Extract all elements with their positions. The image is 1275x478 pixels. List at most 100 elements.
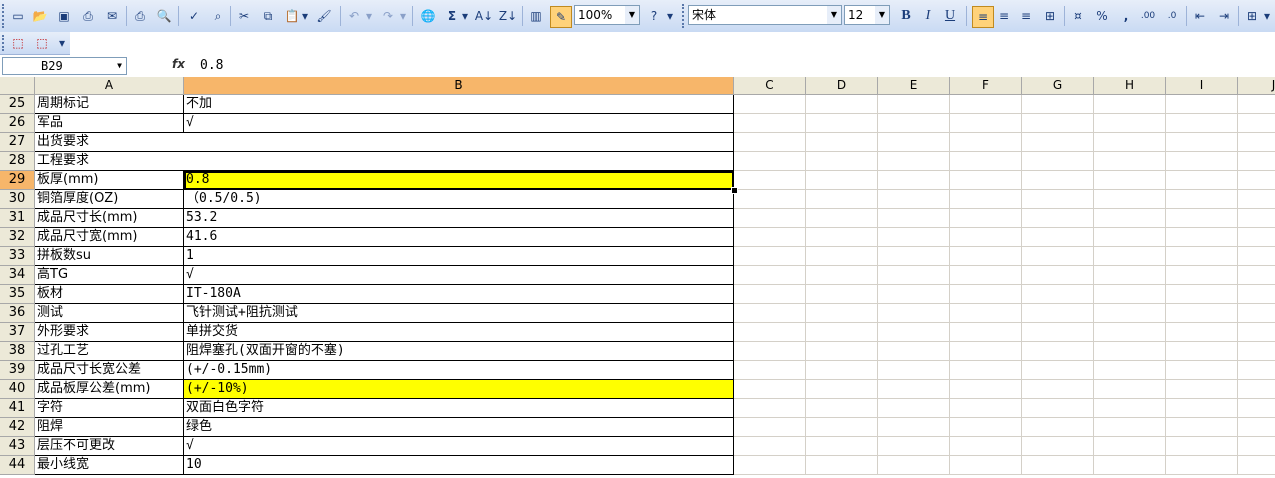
cell-h28[interactable] <box>1094 152 1166 171</box>
cell-c35[interactable] <box>734 285 806 304</box>
cell-h27[interactable] <box>1094 133 1166 152</box>
cell-h26[interactable] <box>1094 114 1166 133</box>
cell-b35[interactable]: IT-180A <box>184 285 734 304</box>
cell-a43[interactable]: 层压不可更改 <box>35 437 184 456</box>
cell-f26[interactable] <box>950 114 1022 133</box>
cell-i36[interactable] <box>1166 304 1238 323</box>
cell-c40[interactable] <box>734 380 806 399</box>
cell-a40[interactable]: 成品板厚公差(mm) <box>35 380 184 399</box>
cell-e29[interactable] <box>878 171 950 190</box>
cell-b38[interactable]: 阻焊塞孔(双面开窗的不塞) <box>184 342 734 361</box>
cell-g38[interactable] <box>1022 342 1094 361</box>
chevron-down-icon[interactable]: ▼ <box>875 6 889 24</box>
cell-e31[interactable] <box>878 209 950 228</box>
column-header-h[interactable]: H <box>1094 77 1166 95</box>
cell-h43[interactable] <box>1094 437 1166 456</box>
undo-dropdown-icon[interactable]: ▾ <box>364 6 374 26</box>
cell-g42[interactable] <box>1022 418 1094 437</box>
cell-a38[interactable]: 过孔工艺 <box>35 342 184 361</box>
cell-f29[interactable] <box>950 171 1022 190</box>
cell-a32[interactable]: 成品尺寸宽(mm) <box>35 228 184 247</box>
cell-j30[interactable] <box>1238 190 1275 209</box>
font-name-select[interactable]: 宋体 ▼ <box>688 5 842 25</box>
cell-e34[interactable] <box>878 266 950 285</box>
cell-g40[interactable] <box>1022 380 1094 399</box>
cell-g44[interactable] <box>1022 456 1094 475</box>
cell-c26[interactable] <box>734 114 806 133</box>
cell-j34[interactable] <box>1238 266 1275 285</box>
cell-e36[interactable] <box>878 304 950 323</box>
redo-icon[interactable]: ↷ <box>378 6 398 26</box>
cell-g37[interactable] <box>1022 323 1094 342</box>
cell-e41[interactable] <box>878 399 950 418</box>
cell-d29[interactable] <box>806 171 878 190</box>
cell-d26[interactable] <box>806 114 878 133</box>
format-painter-icon[interactable]: 🖌 <box>314 6 334 26</box>
cut-icon[interactable]: ✂ <box>234 6 254 26</box>
cell-f36[interactable] <box>950 304 1022 323</box>
undo-icon[interactable]: ↶ <box>344 6 364 26</box>
cell-f30[interactable] <box>950 190 1022 209</box>
cell-e27[interactable] <box>878 133 950 152</box>
help-icon[interactable]: ? <box>644 6 664 26</box>
cell-c30[interactable] <box>734 190 806 209</box>
row-header[interactable]: 32 <box>0 228 35 247</box>
column-header-a[interactable]: A <box>35 77 184 95</box>
cell-d28[interactable] <box>806 152 878 171</box>
sort-descending-icon[interactable]: Z↓ <box>498 6 518 26</box>
cell-f44[interactable] <box>950 456 1022 475</box>
cell-f31[interactable] <box>950 209 1022 228</box>
sort-ascending-icon[interactable]: A↓ <box>474 6 494 26</box>
cell-f33[interactable] <box>950 247 1022 266</box>
email-icon[interactable]: ✉ <box>102 6 122 26</box>
cell-j37[interactable] <box>1238 323 1275 342</box>
cell-b33[interactable]: 1 <box>184 247 734 266</box>
cell-e37[interactable] <box>878 323 950 342</box>
cell-a35[interactable]: 板材 <box>35 285 184 304</box>
cell-f39[interactable] <box>950 361 1022 380</box>
cell-d35[interactable] <box>806 285 878 304</box>
formula-input[interactable]: 0.8 <box>200 58 223 73</box>
cell-a33[interactable]: 拼板数su <box>35 247 184 266</box>
merge-center-icon[interactable]: ⊞ <box>1040 6 1060 26</box>
cell-d32[interactable] <box>806 228 878 247</box>
row-header[interactable]: 40 <box>0 380 35 399</box>
cell-d38[interactable] <box>806 342 878 361</box>
cell-d27[interactable] <box>806 133 878 152</box>
cell-h41[interactable] <box>1094 399 1166 418</box>
fill-handle[interactable] <box>731 187 738 194</box>
cell-a26[interactable]: 军品 <box>35 114 184 133</box>
print-icon[interactable]: ⎙ <box>130 6 150 26</box>
cell-b39[interactable]: (+/-0.15mm) <box>184 361 734 380</box>
cell-c25[interactable] <box>734 95 806 114</box>
bold-button[interactable]: B <box>896 6 916 26</box>
cell-b29[interactable]: 0.8 <box>184 171 734 190</box>
cell-c37[interactable] <box>734 323 806 342</box>
cell-i34[interactable] <box>1166 266 1238 285</box>
cell-i29[interactable] <box>1166 171 1238 190</box>
cell-b26[interactable]: √ <box>184 114 734 133</box>
cell-b43[interactable]: √ <box>184 437 734 456</box>
cell-g26[interactable] <box>1022 114 1094 133</box>
cell-i31[interactable] <box>1166 209 1238 228</box>
permission-icon[interactable]: ⎙ <box>78 6 98 26</box>
cell-g35[interactable] <box>1022 285 1094 304</box>
cell-h33[interactable] <box>1094 247 1166 266</box>
cell-j28[interactable] <box>1238 152 1275 171</box>
toolbar-grip[interactable] <box>2 4 7 28</box>
column-header-d[interactable]: D <box>806 77 878 95</box>
column-header-i[interactable]: I <box>1166 77 1238 95</box>
open-icon[interactable]: 📂 <box>30 6 50 26</box>
print-preview-icon[interactable]: 🔍 <box>154 6 174 26</box>
comma-button[interactable]: , <box>1116 6 1136 26</box>
cell-j31[interactable] <box>1238 209 1275 228</box>
cell-i35[interactable] <box>1166 285 1238 304</box>
cell-j27[interactable] <box>1238 133 1275 152</box>
cell-j25[interactable] <box>1238 95 1275 114</box>
cell-a36[interactable]: 测试 <box>35 304 184 323</box>
chevron-down-icon[interactable]: ▼ <box>625 6 639 24</box>
cell-c33[interactable] <box>734 247 806 266</box>
cell-f37[interactable] <box>950 323 1022 342</box>
cell-h31[interactable] <box>1094 209 1166 228</box>
cell-h29[interactable] <box>1094 171 1166 190</box>
